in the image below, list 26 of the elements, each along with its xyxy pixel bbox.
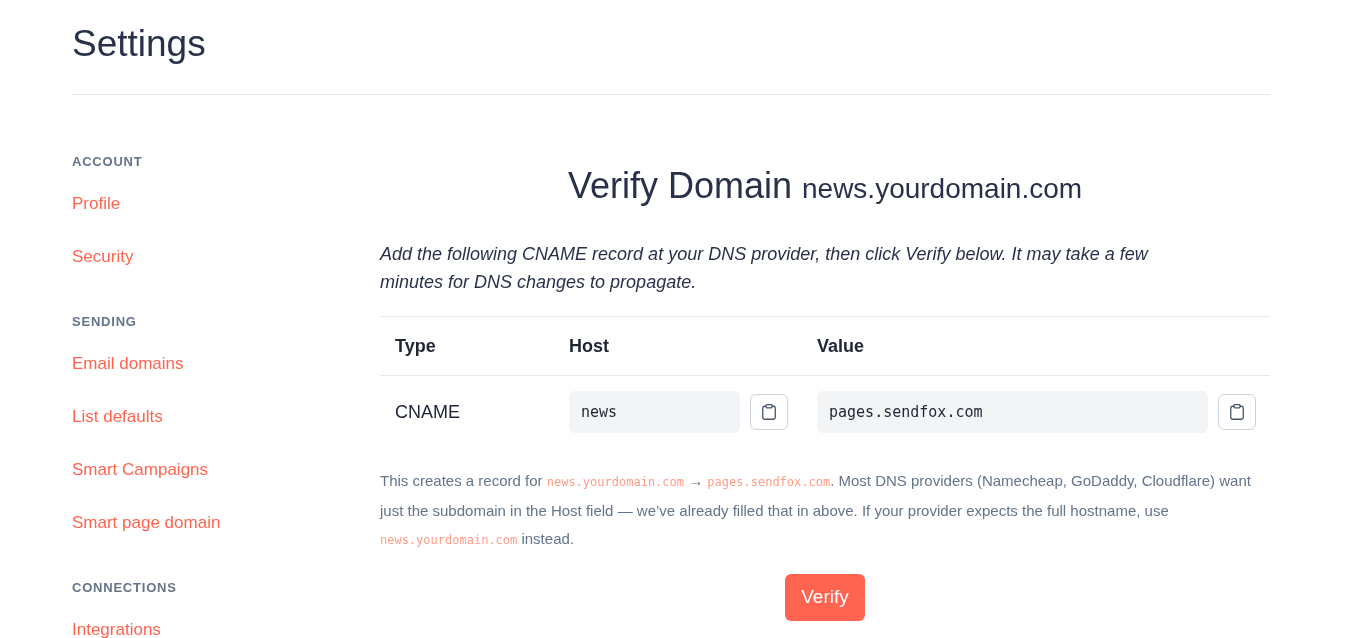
page-title: Settings — [72, 22, 206, 66]
clipboard-icon — [1230, 404, 1244, 420]
record-field[interactable]: news — [569, 391, 740, 433]
column-header: Type — [395, 336, 436, 356]
copy-button[interactable] — [750, 394, 788, 430]
section-heading: ACCOUNT — [72, 154, 143, 170]
sidebar-link[interactable]: Profile — [72, 177, 121, 230]
sidebar-link[interactable]: Smart Campaigns — [72, 443, 209, 496]
dialog-title: Verify Domain — [567, 165, 792, 206]
sidebar-link[interactable]: Security — [72, 230, 134, 283]
record-type: CNAME — [395, 401, 460, 424]
sidebar-link[interactable]: Email domains — [72, 337, 184, 390]
sidebar-link[interactable]: Smart page domain — [72, 496, 221, 549]
sidebar-link[interactable]: Integrations — [72, 603, 161, 638]
column-header: Value — [817, 336, 865, 356]
domain-name: news.yourdomain.com — [802, 173, 1083, 204]
clipboard-icon — [762, 404, 776, 420]
section-heading: SENDING — [72, 314, 137, 330]
dns-note: This creates a record for news.yourdomain.com → pages.sendfox.com. Most DNS providers (Namecheap, GoDaddy, Cloudflare) want just the subdomain in the Host field — we’ve already filled that in above. If your provider expects the full hostname, use news.yourdomain.com instead. — [380, 471, 1252, 549]
verify-button[interactable]: Verify — [785, 573, 865, 621]
section-heading: CONNECTIONS — [72, 580, 177, 596]
copy-button[interactable] — [1218, 394, 1256, 430]
instructions-text: Add the following CNAME record at your DNS provider, then click Verify below. It may take a few minutes for DNS changes to propagate. — [380, 243, 1150, 294]
column-header: Host — [569, 336, 609, 356]
sidebar-link[interactable]: List defaults — [72, 390, 163, 443]
record-field[interactable]: pages.sendfox.com — [817, 391, 1208, 433]
